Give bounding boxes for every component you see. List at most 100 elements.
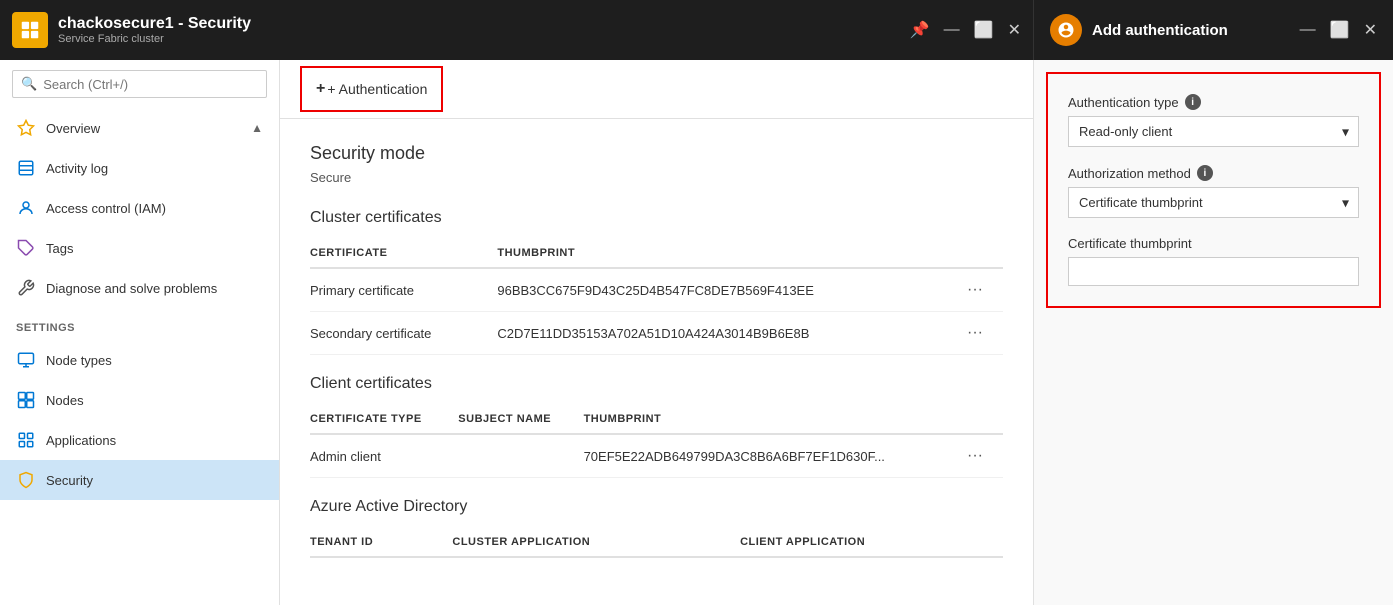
client-certs-title: Client certificates bbox=[310, 375, 1003, 393]
authentication-tab[interactable]: + + Authentication bbox=[300, 66, 443, 112]
security-mode-value: Secure bbox=[310, 170, 1003, 185]
apps-icon bbox=[16, 430, 36, 450]
sidebar: 🔍 Overview ▲ Activity log bbox=[0, 60, 280, 605]
wrench-icon bbox=[16, 278, 36, 298]
aad-table: TENANT ID CLUSTER APPLICATION CLIENT APP… bbox=[310, 528, 1003, 558]
minimize-icon[interactable]: — bbox=[944, 21, 960, 39]
auth-method-select[interactable]: Certificate thumbprintCertificate common… bbox=[1068, 187, 1359, 218]
right-panel-title: Add authentication bbox=[1092, 22, 1300, 39]
client-cert-type: Admin client bbox=[310, 434, 458, 478]
right-minimize-icon[interactable]: — bbox=[1300, 21, 1316, 39]
collapse-arrow-icon: ▲ bbox=[251, 121, 263, 135]
tab-bar: + + Authentication bbox=[280, 60, 1033, 119]
pin-icon[interactable]: 📌 bbox=[910, 20, 930, 40]
app-icon bbox=[12, 12, 48, 48]
restore-icon[interactable]: ⬜ bbox=[974, 20, 994, 40]
sidebar-item-overview[interactable]: Overview ▲ bbox=[0, 108, 279, 148]
more-actions-cell: ··· bbox=[963, 434, 1003, 478]
sidebar-item-security[interactable]: Security bbox=[0, 460, 279, 500]
aad-col-cluster-app: CLUSTER APPLICATION bbox=[452, 528, 740, 557]
sidebar-item-overview-label: Overview bbox=[46, 121, 100, 136]
nodetype-icon bbox=[16, 350, 36, 370]
iam-icon bbox=[16, 198, 36, 218]
aad-col-client-app: CLIENT APPLICATION bbox=[740, 528, 1003, 557]
aad-title: Azure Active Directory bbox=[310, 498, 1003, 516]
more-button[interactable]: ··· bbox=[963, 324, 987, 342]
search-input[interactable] bbox=[43, 77, 258, 92]
settings-section-header: SETTINGS bbox=[0, 308, 279, 340]
main-layout: 🔍 Overview ▲ Activity log bbox=[0, 60, 1393, 605]
cert-thumbprint: C2D7E11DD35153A702A51D10A424A3014B9B6E8B bbox=[497, 312, 963, 355]
authentication-tab-label: + Authentication bbox=[327, 81, 427, 97]
auth-method-label: Authorization method i bbox=[1068, 165, 1359, 181]
right-panel-icon bbox=[1050, 14, 1082, 46]
table-row: Admin client 70EF5E22ADB649799DA3C8B6A6B… bbox=[310, 434, 1003, 478]
cluster-col-certificate: CERTIFICATE bbox=[310, 239, 497, 268]
auth-type-select-wrapper: Read-only clientAdmin client bbox=[1068, 116, 1359, 147]
more-button[interactable]: ··· bbox=[963, 281, 987, 299]
tag-icon bbox=[16, 238, 36, 258]
client-certs-table: CERTIFICATE TYPE SUBJECT NAME THUMBPRINT… bbox=[310, 405, 1003, 478]
aad-col-tenant: TENANT ID bbox=[310, 528, 452, 557]
auth-type-info-icon[interactable]: i bbox=[1185, 94, 1201, 110]
security-mode-title: Security mode bbox=[310, 143, 1003, 164]
sidebar-item-security-label: Security bbox=[46, 473, 93, 488]
right-panel: Authentication type i Read-only clientAd… bbox=[1033, 60, 1393, 605]
right-panel-form: Authentication type i Read-only clientAd… bbox=[1046, 72, 1381, 308]
more-actions-cell: ··· bbox=[963, 312, 1003, 355]
auth-type-label: Authentication type i bbox=[1068, 94, 1359, 110]
top-bar-actions: 📌 — ⬜ ✕ bbox=[910, 20, 1021, 40]
top-bar: chackosecure1 - Security Service Fabric … bbox=[0, 0, 1033, 60]
cluster-col-thumbprint: THUMBPRINT bbox=[497, 239, 963, 268]
sidebar-item-access-control[interactable]: Access control (IAM) bbox=[0, 188, 279, 228]
right-top-bar-actions: — ⬜ ✕ bbox=[1300, 20, 1377, 40]
sidebar-item-nodes-label: Nodes bbox=[46, 393, 84, 408]
activity-icon bbox=[16, 158, 36, 178]
client-col-thumbprint: THUMBPRINT bbox=[584, 405, 963, 434]
close-icon[interactable]: ✕ bbox=[1008, 20, 1021, 40]
table-row: Secondary certificate C2D7E11DD35153A702… bbox=[310, 312, 1003, 355]
cert-name: Secondary certificate bbox=[310, 312, 497, 355]
cert-name: Primary certificate bbox=[310, 268, 497, 312]
sidebar-item-applications-label: Applications bbox=[46, 433, 116, 448]
sidebar-item-diagnose[interactable]: Diagnose and solve problems bbox=[0, 268, 279, 308]
cert-thumbprint-label: Certificate thumbprint bbox=[1068, 236, 1359, 251]
content-body: Security mode Secure Cluster certificate… bbox=[280, 119, 1033, 605]
right-top-bar: Add authentication — ⬜ ✕ bbox=[1033, 0, 1393, 60]
right-close-icon[interactable]: ✕ bbox=[1364, 20, 1377, 40]
auth-type-select[interactable]: Read-only clientAdmin client bbox=[1068, 116, 1359, 147]
table-row: Primary certificate 96BB3CC675F9D43C25D4… bbox=[310, 268, 1003, 312]
client-col-subject: SUBJECT NAME bbox=[458, 405, 583, 434]
security-icon bbox=[16, 470, 36, 490]
sidebar-item-activity-log[interactable]: Activity log bbox=[0, 148, 279, 188]
sidebar-item-diagnose-label: Diagnose and solve problems bbox=[46, 281, 217, 296]
cluster-certs-table: CERTIFICATE THUMBPRINT Primary certifica… bbox=[310, 239, 1003, 355]
auth-method-info-icon[interactable]: i bbox=[1197, 165, 1213, 181]
cert-thumbprint: 96BB3CC675F9D43C25D4B547FC8DE7B569F413EE bbox=[497, 268, 963, 312]
search-icon: 🔍 bbox=[21, 76, 37, 92]
auth-method-select-wrapper: Certificate thumbprintCertificate common… bbox=[1068, 187, 1359, 218]
plus-icon: + bbox=[316, 80, 325, 98]
app-title-block: chackosecure1 - Security Service Fabric … bbox=[58, 15, 910, 45]
top-bars-row: chackosecure1 - Security Service Fabric … bbox=[0, 0, 1393, 60]
right-restore-icon[interactable]: ⬜ bbox=[1330, 20, 1350, 40]
more-actions-cell: ··· bbox=[963, 268, 1003, 312]
app-main-title: chackosecure1 - Security bbox=[58, 15, 910, 33]
sidebar-item-access-control-label: Access control (IAM) bbox=[46, 201, 166, 216]
sidebar-item-node-types-label: Node types bbox=[46, 353, 112, 368]
sidebar-item-applications[interactable]: Applications bbox=[0, 420, 279, 460]
sidebar-item-tags[interactable]: Tags bbox=[0, 228, 279, 268]
client-col-type: CERTIFICATE TYPE bbox=[310, 405, 458, 434]
star-icon bbox=[16, 118, 36, 138]
content-area: + + Authentication Security mode Secure … bbox=[280, 60, 1033, 605]
sidebar-item-activity-log-label: Activity log bbox=[46, 161, 108, 176]
nodes-icon bbox=[16, 390, 36, 410]
sidebar-item-nodes[interactable]: Nodes bbox=[0, 380, 279, 420]
sidebar-item-tags-label: Tags bbox=[46, 241, 73, 256]
search-box[interactable]: 🔍 bbox=[12, 70, 267, 98]
client-cert-subject bbox=[458, 434, 583, 478]
cert-thumbprint-input[interactable] bbox=[1068, 257, 1359, 286]
more-button[interactable]: ··· bbox=[963, 447, 987, 465]
app-sub-title: Service Fabric cluster bbox=[58, 33, 910, 45]
sidebar-item-node-types[interactable]: Node types bbox=[0, 340, 279, 380]
